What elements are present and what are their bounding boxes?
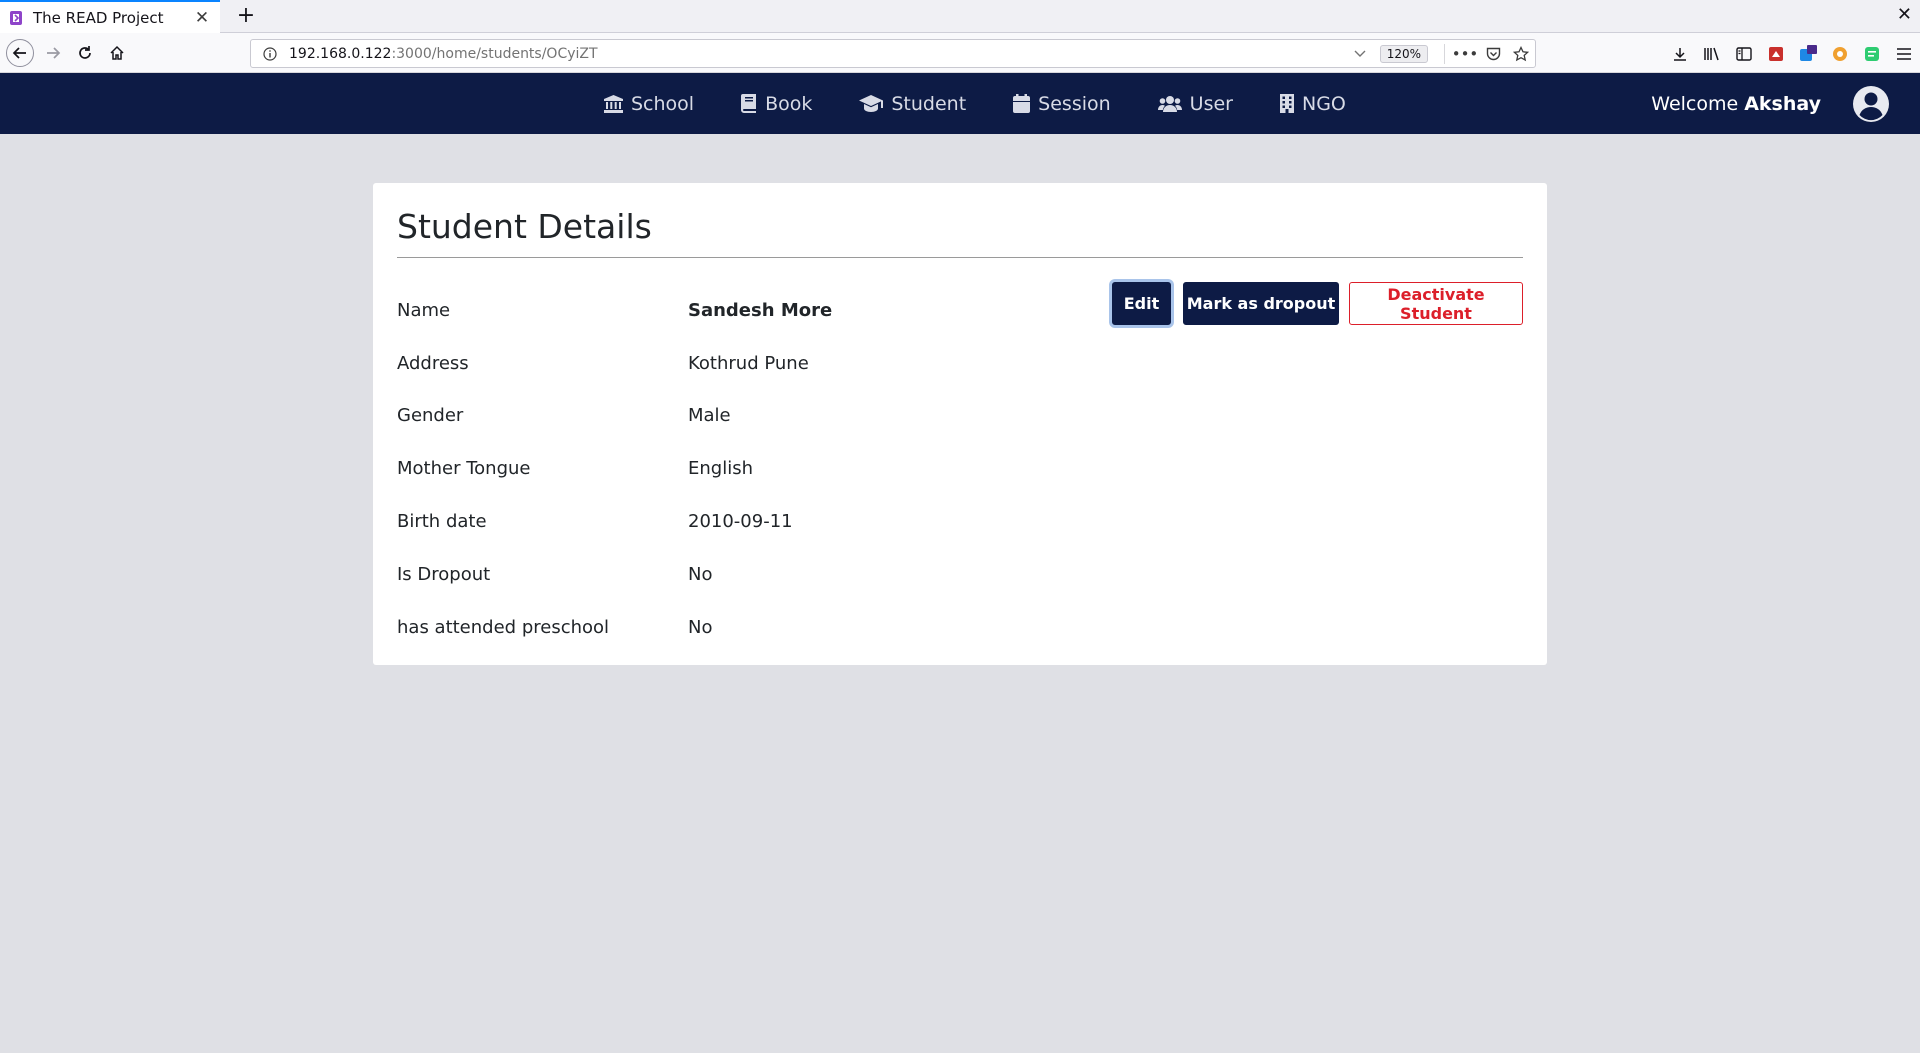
mark-as-dropout-button[interactable]: Mark as dropout — [1183, 282, 1339, 325]
detail-label: Is Dropout — [397, 563, 491, 585]
extension-orange-icon[interactable] — [1824, 46, 1856, 62]
url-text[interactable]: 192.168.0.122:3000/home/students/OCyiZT — [289, 46, 1348, 62]
urlbar-divider — [1444, 43, 1445, 64]
calendar-icon — [1013, 94, 1031, 113]
detail-label: Gender — [397, 404, 464, 426]
detail-value: Kothrud Pune — [688, 352, 809, 374]
app-navbar: School Book Student Session User NGO Wel… — [0, 73, 1920, 134]
school-icon — [604, 94, 623, 113]
nav-item-user[interactable]: User — [1157, 92, 1233, 115]
nav-item-school[interactable]: School — [604, 93, 694, 115]
detail-value: No — [688, 616, 713, 638]
download-icon[interactable] — [1664, 46, 1696, 62]
address-bar[interactable]: 192.168.0.122:3000/home/students/OCyiZT … — [250, 39, 1536, 68]
window-close-icon[interactable]: ✕ — [1897, 4, 1912, 25]
building-icon — [1279, 94, 1294, 113]
home-button[interactable] — [104, 40, 130, 66]
nav-item-label: Session — [1038, 92, 1111, 115]
graduation-cap-icon — [859, 94, 884, 112]
arrow-right-icon — [47, 47, 61, 59]
home-icon — [110, 45, 124, 60]
extension-blue-badge-icon[interactable] — [1792, 45, 1824, 63]
detail-value: 2010-09-11 — [688, 510, 793, 532]
detail-label: Mother Tongue — [397, 457, 531, 479]
url-host: 192.168.0.122 — [289, 45, 392, 62]
site-info-icon[interactable] — [257, 46, 283, 61]
nav-item-label: NGO — [1301, 92, 1346, 115]
extension-green-icon[interactable] — [1856, 46, 1888, 62]
page-title: Student Details — [397, 207, 652, 246]
reload-button[interactable] — [72, 40, 98, 66]
library-icon[interactable] — [1696, 46, 1728, 62]
welcome-text: Welcome — [1651, 92, 1739, 115]
detail-label: Name — [397, 299, 451, 321]
student-details-card: Student Details Name Sandesh More Addres… — [373, 183, 1547, 665]
read-project-favicon-icon — [10, 10, 22, 25]
sidebar-icon[interactable] — [1728, 47, 1760, 61]
arrow-left-icon — [12, 47, 26, 59]
zoom-level-badge[interactable]: 120% — [1379, 44, 1428, 63]
pocket-icon[interactable] — [1479, 47, 1507, 61]
detail-value: No — [688, 563, 713, 585]
user-avatar-icon[interactable] — [1852, 85, 1890, 123]
book-icon — [741, 94, 757, 113]
detail-row-name: Name Sandesh More — [397, 295, 1097, 325]
browser-toolbar: 192.168.0.122:3000/home/students/OCyiZT … — [0, 33, 1920, 73]
nav-item-session[interactable]: Session — [1013, 93, 1111, 115]
deactivate-student-button[interactable]: Deactivate Student — [1349, 282, 1523, 325]
user-name: Akshay — [1744, 92, 1821, 115]
detail-value: Male — [688, 404, 731, 426]
chevron-down-icon[interactable] — [1348, 50, 1372, 58]
detail-label: has attended preschool — [397, 616, 610, 638]
tab-title: The READ Project — [33, 8, 164, 27]
bookmark-star-icon[interactable] — [1507, 45, 1535, 62]
extension-red-icon[interactable] — [1760, 46, 1792, 62]
nav-item-ngo[interactable]: NGO — [1279, 92, 1346, 115]
detail-row-address: Address Kothrud Pune — [397, 348, 1097, 378]
reload-icon — [79, 46, 91, 59]
detail-row-gender: Gender Male — [397, 400, 1097, 430]
url-path: :3000/home/students/OCyiZT — [391, 45, 598, 62]
title-divider — [397, 257, 1523, 258]
detail-row-preschool: has attended preschool No — [397, 612, 1097, 642]
detail-label: Birth date — [397, 510, 487, 532]
nav-item-label: School — [631, 92, 695, 115]
nav-item-book[interactable]: Book — [741, 93, 812, 115]
forward-button[interactable] — [40, 40, 66, 66]
detail-row-is-dropout: Is Dropout No — [397, 559, 1097, 589]
nav-item-label: User — [1189, 92, 1233, 115]
detail-row-birth-date: Birth date 2010-09-11 — [397, 506, 1097, 536]
detail-label: Address — [397, 352, 469, 374]
main-menu: School Book Student Session User NGO — [604, 73, 1346, 134]
nav-item-label: Student — [891, 92, 967, 115]
detail-value: Sandesh More — [688, 299, 833, 321]
users-icon — [1157, 96, 1182, 112]
page-actions-icon[interactable]: ••• — [1451, 45, 1479, 63]
detail-value: English — [688, 457, 753, 479]
browser-toolbar-right — [1664, 41, 1920, 67]
browser-tab[interactable]: The READ Project ✕ — [0, 0, 220, 33]
browser-tab-strip: The READ Project ✕ + ✕ — [0, 0, 1920, 33]
new-tab-button[interactable]: + — [232, 3, 260, 31]
nav-item-student[interactable]: Student — [859, 93, 966, 115]
hamburger-menu-icon[interactable] — [1888, 47, 1920, 61]
welcome-message: Welcome Akshay — [1651, 73, 1821, 134]
nav-item-label: Book — [765, 92, 813, 115]
close-tab-icon[interactable]: ✕ — [192, 8, 212, 28]
edit-button[interactable]: Edit — [1112, 282, 1171, 325]
detail-row-mother-tongue: Mother Tongue English — [397, 453, 1097, 483]
back-button[interactable] — [6, 39, 34, 67]
